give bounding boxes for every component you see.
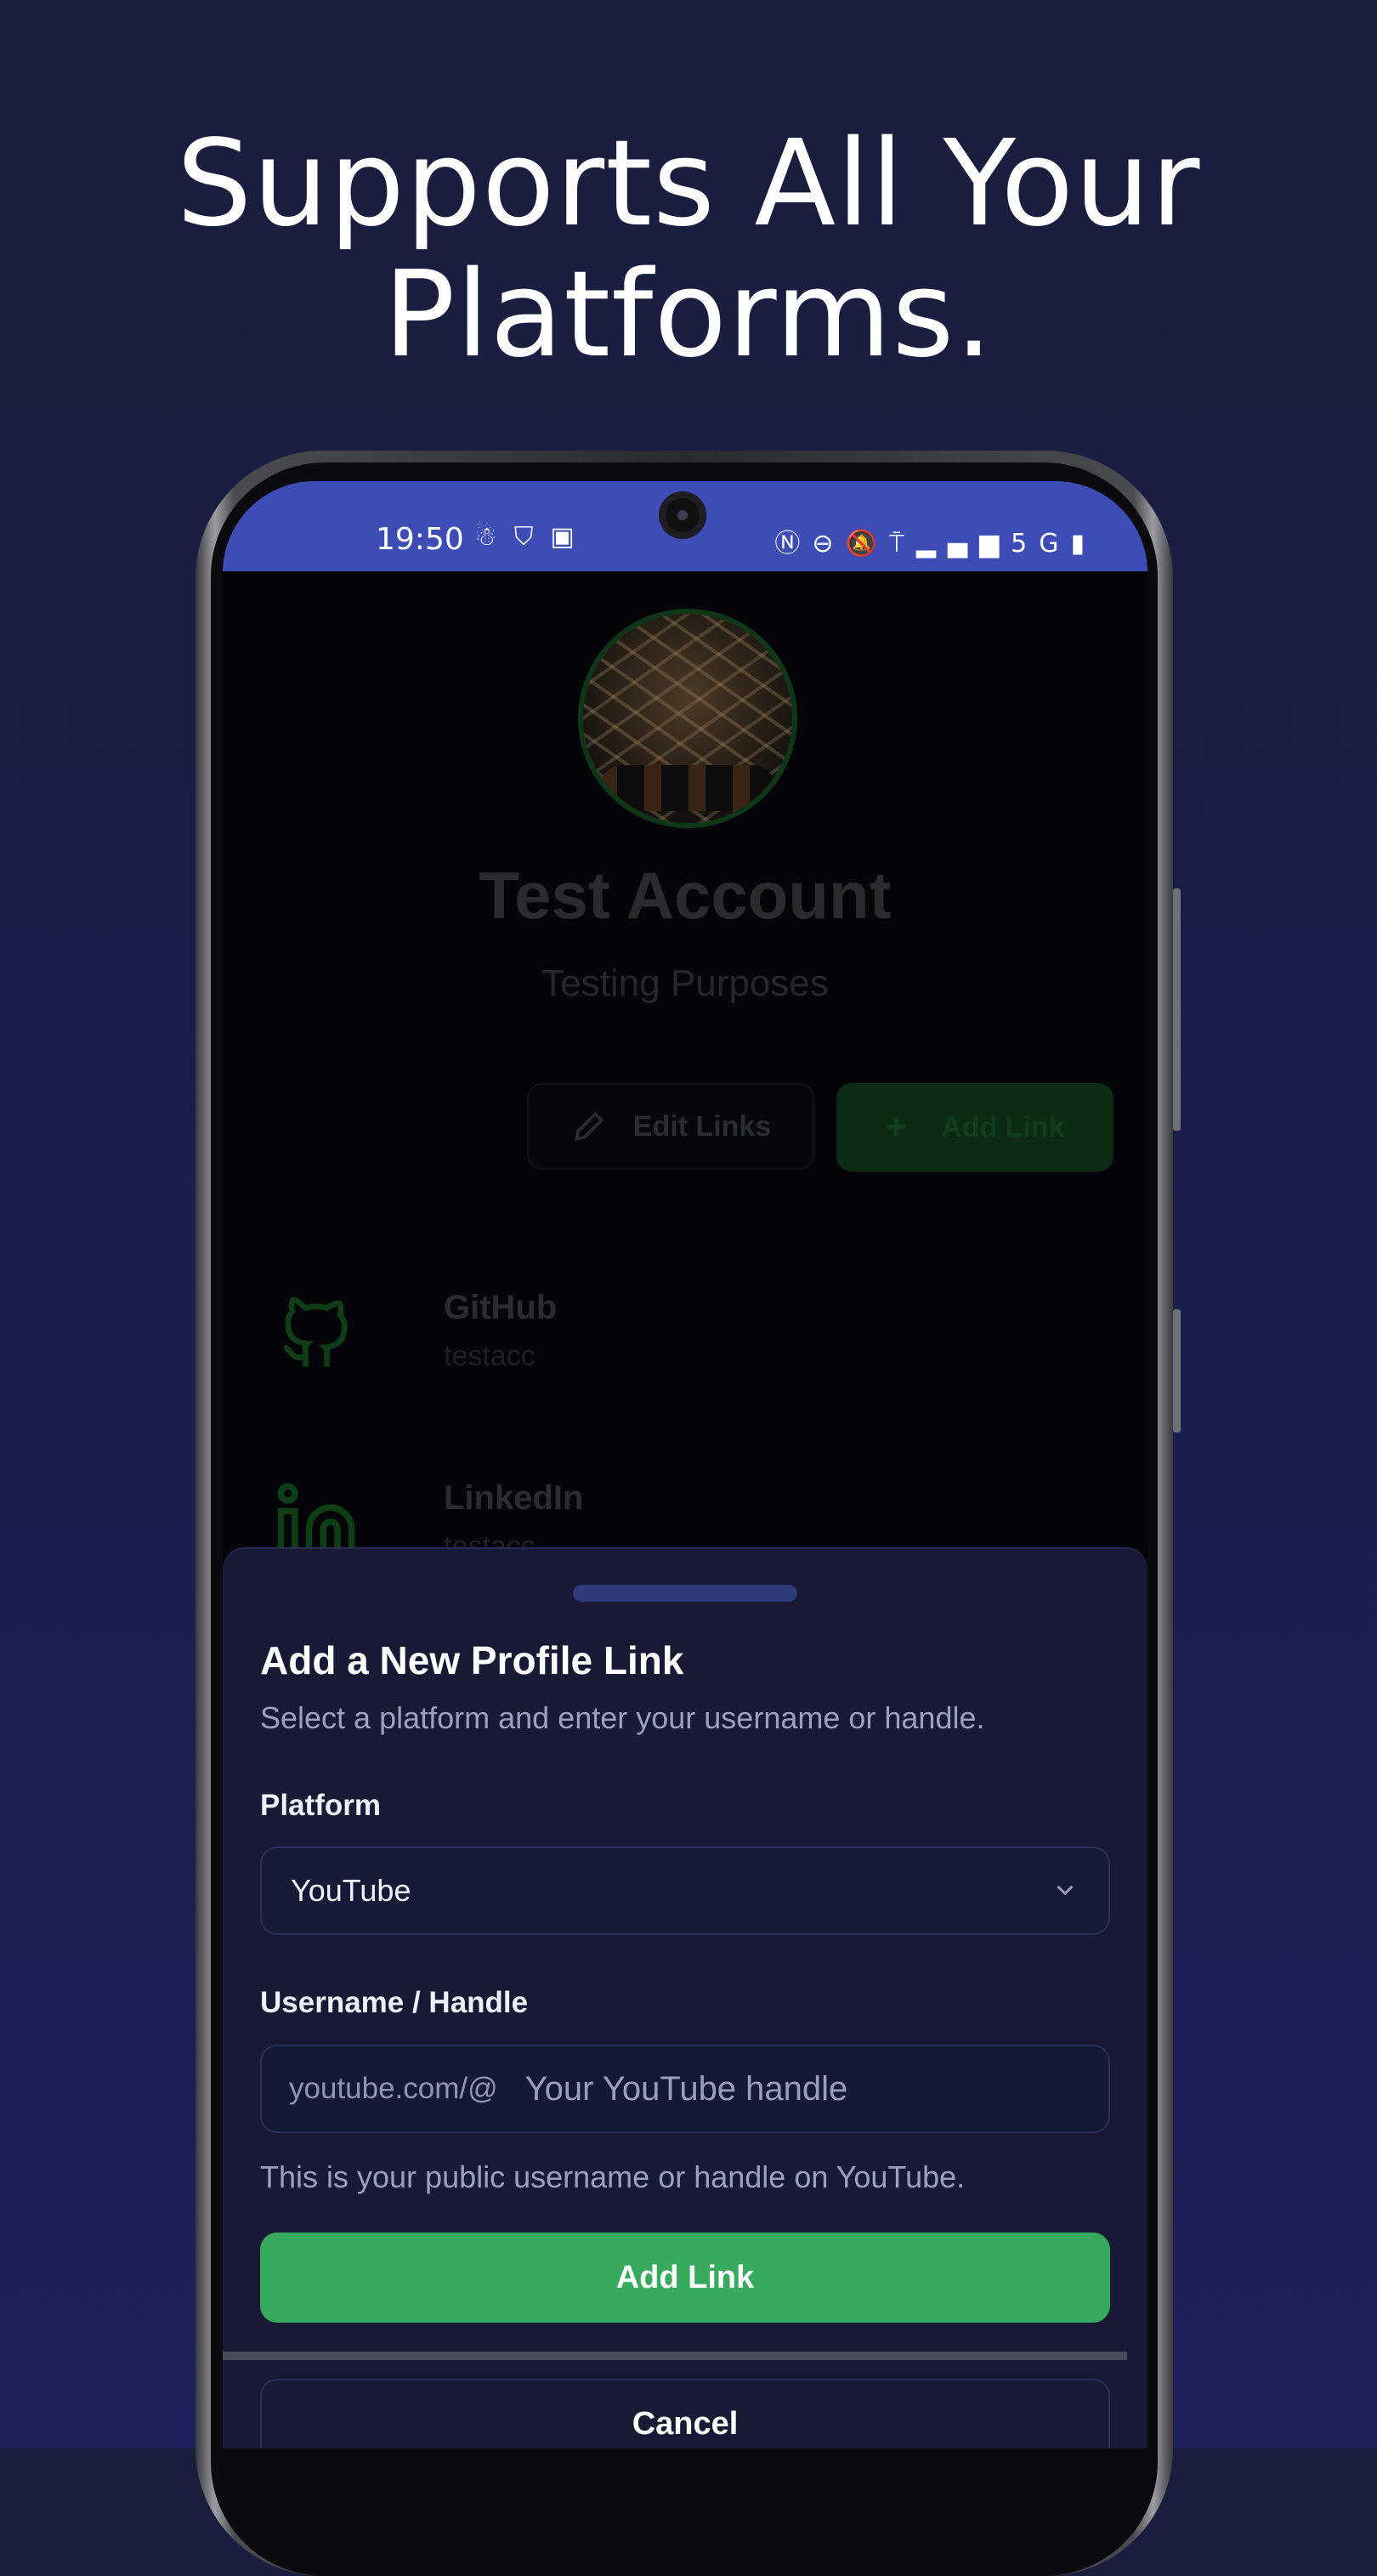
avatar[interactable] <box>578 609 797 828</box>
edit-links-button[interactable]: Edit Links <box>527 1083 814 1170</box>
front-camera <box>659 491 706 539</box>
signal-icon: ▂▄▆ <box>915 529 1012 559</box>
cancel-button[interactable]: Cancel <box>260 2379 1110 2448</box>
username-label: Username / Handle <box>260 1986 529 2019</box>
username-input[interactable] <box>523 2068 1037 2109</box>
username-input-field[interactable]: youtube.com/@ <box>260 2045 1110 2133</box>
platform-label: Platform <box>260 1789 381 1822</box>
link-title: LinkedIn <box>444 1479 584 1517</box>
username-hint: This is your public username or handle o… <box>260 2159 966 2194</box>
github-icon <box>283 1297 348 1367</box>
platform-selected-value: YouTube <box>291 1873 411 1908</box>
headline-line-1: Supports All Your <box>176 115 1201 253</box>
chevron-down-icon <box>1057 1885 1074 1896</box>
status-left-icons: ☃⛉▣ <box>474 522 592 552</box>
hotspot-icon: ⍑ <box>888 529 916 559</box>
plus-icon: + <box>885 1106 908 1148</box>
headline-line-2: Platforms. <box>383 246 994 384</box>
platform-select[interactable]: YouTube <box>260 1847 1110 1935</box>
add-link-label: Add Link <box>941 1110 1065 1143</box>
link-title: GitHub <box>444 1289 558 1326</box>
phone-screen: 19:50 ☃⛉▣ Ⓝ⊖🔕⍑▂▄▆5G▮ Test Account Testin… <box>223 481 1148 2448</box>
battery-icon: ▮ <box>1070 529 1096 559</box>
add-link-button[interactable]: + Add Link <box>836 1083 1114 1172</box>
status-right-icons: Ⓝ⊖🔕⍑▂▄▆5G▮ <box>774 522 1096 559</box>
sheet-divider <box>223 2352 1127 2360</box>
status-bar: 19:50 ☃⛉▣ Ⓝ⊖🔕⍑▂▄▆5G▮ <box>223 481 1148 571</box>
power-button <box>1173 1309 1181 1433</box>
sheet-drag-handle[interactable] <box>573 1585 797 1602</box>
image-icon: ▣ <box>550 522 592 552</box>
page-headline: Supports All Your Platforms. <box>0 119 1377 381</box>
edit-links-label: Edit Links <box>632 1109 772 1143</box>
do-not-disturb-icon: ⊖ <box>812 529 846 559</box>
network-type: 5G <box>1011 529 1071 559</box>
sheet-description: Select a platform and enter your usernam… <box>260 1700 985 1735</box>
profile-name: Test Account <box>479 858 892 933</box>
sheet-title: Add a New Profile Link <box>260 1638 684 1682</box>
add-link-submit-button[interactable]: Add Link <box>260 2233 1110 2323</box>
volume-button <box>1173 888 1181 1131</box>
shield-icon: ⛉ <box>513 522 551 552</box>
status-time: 19:50 <box>376 522 464 557</box>
pencil-icon <box>574 1111 604 1142</box>
add-link-sheet: Add a New Profile Link Select a platform… <box>223 1547 1148 2448</box>
notification-icon: ☃ <box>474 522 514 552</box>
username-prefix: youtube.com/@ <box>289 2072 498 2105</box>
bell-off-icon: 🔕 <box>845 529 889 559</box>
list-item-github[interactable]: GitHub testacc <box>274 1289 1039 1391</box>
profile-subtitle: Testing Purposes <box>541 962 829 1004</box>
link-handle: testacc <box>444 1340 536 1372</box>
nfc-icon: Ⓝ <box>774 529 813 559</box>
